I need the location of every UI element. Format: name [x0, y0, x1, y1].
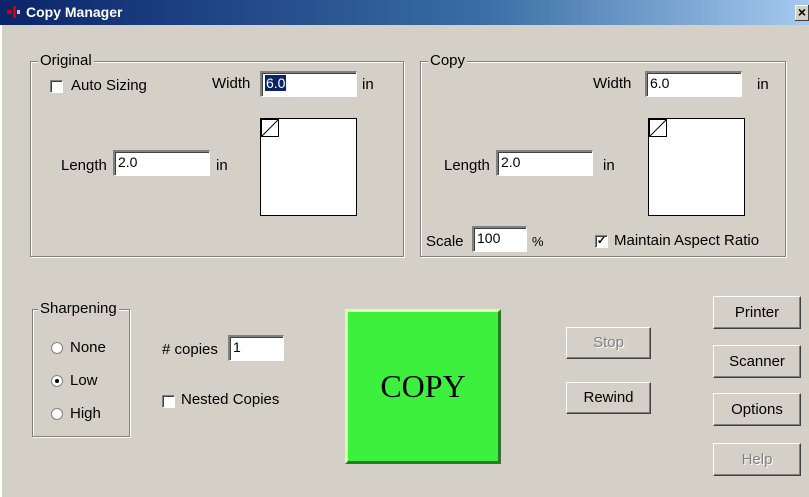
original-legend: Original [38, 52, 94, 69]
app-icon [7, 6, 20, 18]
original-width-unit: in [362, 76, 374, 93]
original-length-unit: in [216, 157, 228, 174]
scale-input[interactable]: 100 [472, 226, 527, 252]
maintain-aspect-label[interactable]: Maintain Aspect Ratio [614, 232, 759, 250]
sharpening-high-radio[interactable] [51, 408, 63, 420]
copy-length-input[interactable]: 2.0 [496, 150, 593, 176]
scanner-button[interactable]: Scanner [713, 345, 801, 378]
rewind-button[interactable]: Rewind [566, 382, 651, 414]
scale-label: Scale [426, 233, 464, 250]
copy-width-input[interactable]: 6.0 [645, 71, 742, 97]
original-preview [260, 118, 357, 216]
maintain-aspect-checkbox[interactable]: ✓ [595, 235, 608, 248]
close-button[interactable]: × [795, 5, 809, 21]
sharpening-none-label[interactable]: None [70, 339, 106, 357]
original-width-label: Width [212, 75, 251, 92]
window-title: Copy Manager [26, 4, 123, 20]
page-corner-icon [261, 119, 279, 137]
stop-button[interactable]: Stop [566, 327, 651, 359]
sharpening-legend: Sharpening [38, 300, 119, 317]
original-width-value: 6.0 [265, 75, 287, 91]
auto-sizing-label[interactable]: Auto Sizing [71, 77, 147, 95]
copies-label: # copies [162, 341, 218, 358]
scale-unit: % [532, 234, 544, 249]
copies-input[interactable]: 1 [228, 335, 284, 361]
original-length-input[interactable]: 2.0 [113, 150, 210, 176]
nested-copies-checkbox[interactable] [162, 395, 175, 408]
copy-length-label: Length [444, 157, 490, 174]
original-width-input[interactable]: 6.0 [260, 71, 357, 97]
copy-length-unit: in [603, 157, 615, 174]
sharpening-high-label[interactable]: High [70, 405, 101, 423]
copy-width-label: Width [593, 75, 632, 92]
copy-legend: Copy [428, 52, 468, 69]
options-button[interactable]: Options [713, 393, 801, 426]
sharpening-none-radio[interactable] [51, 342, 63, 354]
page-corner-icon [649, 119, 667, 137]
copy-width-unit: in [757, 76, 769, 93]
copy-button[interactable]: COPY [345, 309, 501, 464]
printer-button[interactable]: Printer [713, 296, 801, 329]
help-button[interactable]: Help [713, 443, 801, 476]
copy-preview [648, 118, 745, 216]
original-length-label: Length [61, 157, 107, 174]
auto-sizing-checkbox[interactable] [50, 80, 63, 93]
sharpening-low-radio[interactable] [51, 375, 63, 387]
sharpening-low-label[interactable]: Low [70, 372, 98, 390]
nested-copies-label[interactable]: Nested Copies [181, 391, 279, 409]
